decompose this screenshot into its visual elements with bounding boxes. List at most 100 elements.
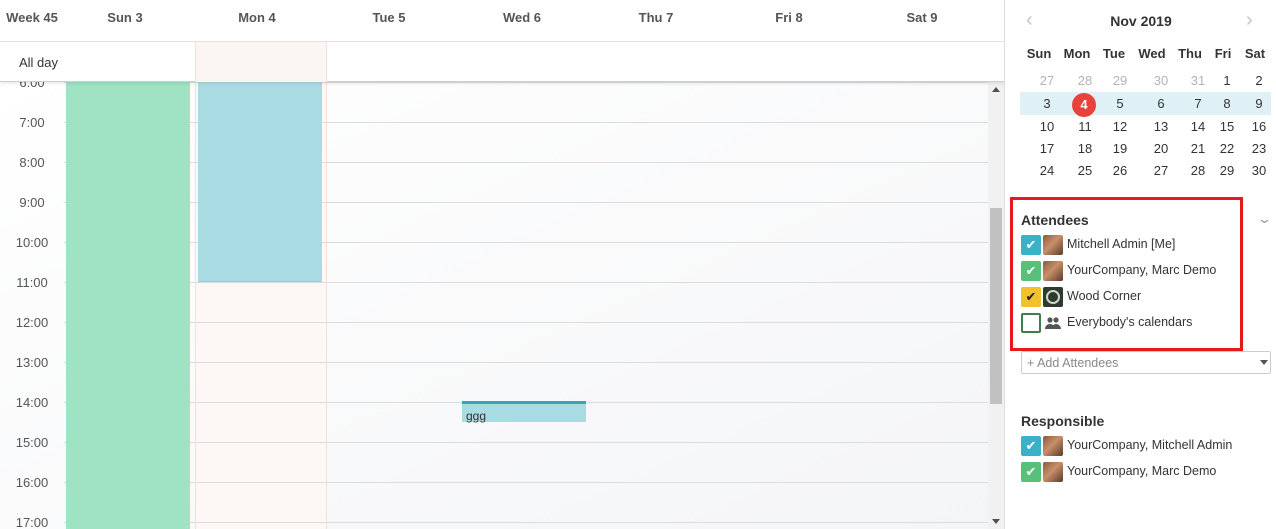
day-header-thu[interactable]: Thu 7: [594, 0, 718, 42]
hour-line: [64, 482, 988, 483]
mini-day[interactable]: 25: [1067, 161, 1103, 181]
checkbox-checked-icon[interactable]: ✔: [1021, 462, 1041, 482]
scroll-down-arrow-icon[interactable]: [992, 519, 1000, 524]
hour-line: [64, 442, 988, 443]
checkbox-checked-icon[interactable]: ✔: [1021, 235, 1041, 255]
chevron-down-icon[interactable]: ⌄: [1257, 211, 1272, 227]
scroll-up-arrow-icon[interactable]: [992, 87, 1000, 92]
calendar-sidebar: ‹ Nov 2019 › Sun Mon Tue Wed Thu Fri Sat…: [1006, 0, 1276, 529]
attendee-filter-everybody[interactable]: Everybody's calendars: [1021, 313, 1261, 333]
mini-day[interactable]: 9: [1241, 94, 1276, 114]
attendees-title: Attendees: [1021, 212, 1089, 228]
mini-day[interactable]: 13: [1143, 117, 1179, 137]
avatar: [1043, 261, 1063, 281]
attendee-filter-mitchell[interactable]: ✔ Mitchell Admin [Me]: [1021, 235, 1261, 255]
mini-day-today[interactable]: 4: [1066, 95, 1102, 115]
hour-line: [64, 282, 988, 283]
weekday-header: Wed: [1138, 46, 1166, 61]
mini-day[interactable]: 17: [1029, 139, 1065, 159]
weekday-header: Tue: [1102, 46, 1126, 61]
hour-line: [64, 322, 988, 323]
add-attendees-placeholder: + Add Attendees: [1027, 356, 1119, 370]
all-day-today-cell[interactable]: [195, 42, 327, 82]
responsible-filter-marc[interactable]: ✔ YourCompany, Marc Demo: [1021, 462, 1261, 482]
day-header-tue[interactable]: Tue 5: [328, 0, 450, 42]
event-monday[interactable]: [198, 82, 322, 282]
event-sunday[interactable]: [66, 82, 190, 529]
mini-day[interactable]: 24: [1029, 161, 1065, 181]
avatar: [1043, 235, 1063, 255]
mini-day[interactable]: 10: [1029, 117, 1065, 137]
mini-day[interactable]: 12: [1102, 117, 1138, 137]
mini-day[interactable]: 30: [1143, 71, 1179, 91]
all-day-label: All day: [19, 55, 59, 70]
day-header-wed[interactable]: Wed 6: [460, 0, 584, 42]
time-label: 12:00: [15, 315, 49, 330]
mini-day[interactable]: 22: [1209, 139, 1245, 159]
mini-day[interactable]: 3: [1029, 94, 1065, 114]
responsible-filter-mitchell[interactable]: ✔ YourCompany, Mitchell Admin: [1021, 436, 1261, 456]
mini-day[interactable]: 6: [1143, 94, 1179, 114]
chevron-right-icon[interactable]: ›: [1246, 10, 1253, 30]
add-attendees-select[interactable]: + Add Attendees: [1021, 351, 1271, 374]
day-header-sun[interactable]: Sun 3: [64, 0, 186, 42]
time-label: 8:00: [19, 155, 45, 170]
mini-day[interactable]: 30: [1241, 161, 1276, 181]
attendee-label: Everybody's calendars: [1067, 315, 1193, 329]
event-wednesday[interactable]: ggg: [462, 401, 586, 423]
mini-day[interactable]: 20: [1143, 139, 1179, 159]
mini-day[interactable]: 5: [1102, 94, 1138, 114]
mini-day[interactable]: 23: [1241, 139, 1276, 159]
mini-day[interactable]: 27: [1143, 161, 1179, 181]
checkbox-checked-icon[interactable]: ✔: [1021, 261, 1041, 281]
day-header-fri[interactable]: Fri 8: [727, 0, 851, 42]
checkbox-checked-icon[interactable]: ✔: [1021, 436, 1041, 456]
mini-day[interactable]: 8: [1209, 94, 1245, 114]
mini-day[interactable]: 11: [1067, 117, 1103, 137]
scrollbar-thumb[interactable]: [990, 208, 1002, 404]
weekday-header: Mon: [1063, 46, 1091, 61]
vertical-scrollbar[interactable]: [988, 82, 1004, 529]
company-logo-avatar: [1043, 287, 1063, 307]
calendar-app: Week 45 Sun 3 Mon 4 Tue 5 Wed 6 Thu 7 Fr…: [0, 0, 1276, 529]
avatar: [1043, 436, 1063, 456]
responsible-label: YourCompany, Mitchell Admin: [1067, 438, 1233, 452]
caret-down-icon[interactable]: [1260, 360, 1268, 365]
weekday-header: Thu: [1178, 46, 1202, 61]
mini-day[interactable]: 15: [1209, 117, 1245, 137]
time-label: 7:00: [19, 115, 45, 130]
mini-day[interactable]: 29: [1209, 161, 1245, 181]
mini-day[interactable]: 2: [1241, 71, 1276, 91]
mini-day[interactable]: 27: [1029, 71, 1065, 91]
mini-day[interactable]: 1: [1209, 71, 1245, 91]
attendee-filter-wood-corner[interactable]: ✔ Wood Corner: [1021, 287, 1261, 307]
all-day-row[interactable]: All day: [0, 42, 1004, 82]
mini-calendar-title: Nov 2019: [1110, 13, 1172, 29]
event-title: ggg: [466, 409, 487, 423]
mini-day[interactable]: 29: [1102, 71, 1138, 91]
attendee-label: Mitchell Admin [Me]: [1067, 237, 1176, 251]
week-number-label: Week 45: [6, 10, 58, 25]
time-label: 10:00: [15, 235, 49, 250]
day-header-mon[interactable]: Mon 4: [196, 0, 318, 42]
mini-day[interactable]: 18: [1067, 139, 1103, 159]
responsible-title: Responsible: [1021, 413, 1105, 429]
attendee-label: YourCompany, Marc Demo: [1067, 263, 1217, 277]
time-grid[interactable]: 6:00 7:00 8:00 9:00 10:00 11:00 12:00 13…: [0, 82, 988, 529]
time-label: 14:00: [15, 395, 49, 410]
hour-line: [64, 362, 988, 363]
weekday-header: Fri: [1214, 46, 1232, 61]
week-header-row: Week 45 Sun 3 Mon 4 Tue 5 Wed 6 Thu 7 Fr…: [0, 0, 1004, 42]
day-header-sat[interactable]: Sat 9: [860, 0, 984, 42]
hour-line: [64, 522, 988, 523]
time-label: 6:00: [19, 82, 45, 90]
mini-day[interactable]: 28: [1067, 71, 1103, 91]
mini-day[interactable]: 26: [1102, 161, 1138, 181]
attendee-filter-marc[interactable]: ✔ YourCompany, Marc Demo: [1021, 261, 1261, 281]
time-label: 9:00: [19, 195, 45, 210]
checkbox-checked-icon[interactable]: ✔: [1021, 287, 1041, 307]
mini-day[interactable]: 16: [1241, 117, 1276, 137]
mini-day[interactable]: 19: [1102, 139, 1138, 159]
week-view: Week 45 Sun 3 Mon 4 Tue 5 Wed 6 Thu 7 Fr…: [0, 0, 1005, 529]
checkbox-unchecked-icon[interactable]: [1021, 313, 1041, 333]
